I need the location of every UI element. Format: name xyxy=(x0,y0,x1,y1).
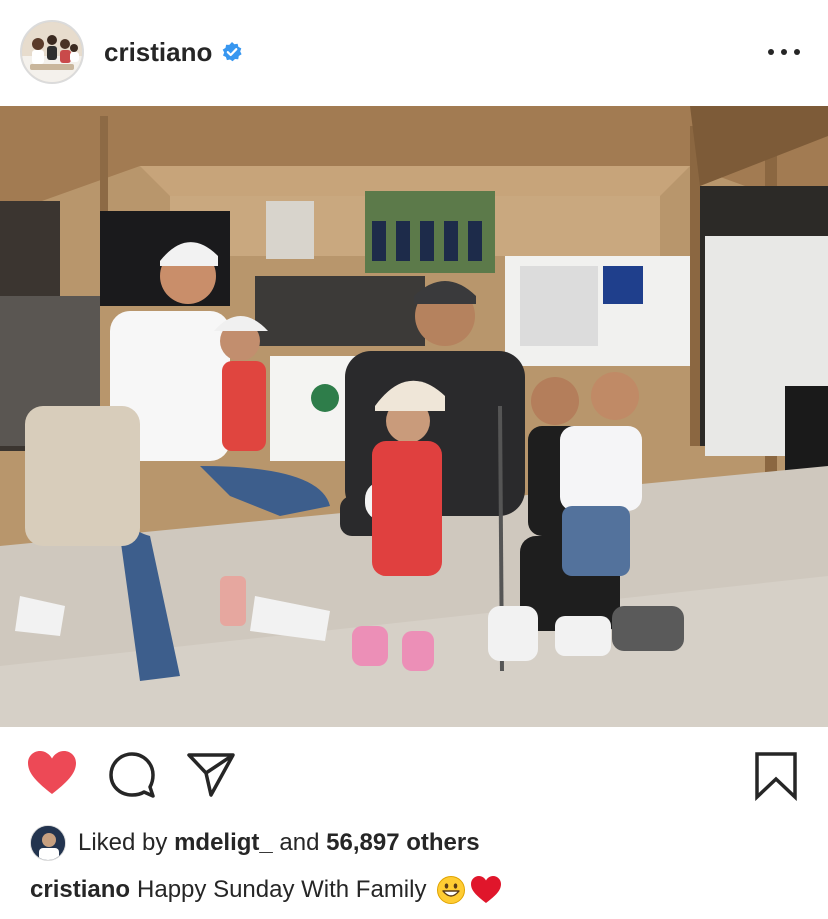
liker-avatar-image xyxy=(31,826,65,860)
header-username[interactable]: cristiano xyxy=(104,36,212,68)
save-button[interactable] xyxy=(754,751,798,801)
post-header: cristiano xyxy=(0,0,828,106)
bookmark-icon xyxy=(755,752,797,801)
post-photo[interactable] xyxy=(0,106,828,727)
post-actions xyxy=(0,727,828,822)
caption-text: Happy Sunday With Family xyxy=(137,876,427,903)
comment-bubble-icon xyxy=(109,752,155,798)
post-caption: cristiano Happy Sunday With Family xyxy=(30,873,502,907)
paper-plane-icon xyxy=(187,753,235,797)
more-dot xyxy=(794,49,800,55)
profile-avatar[interactable] xyxy=(20,20,84,84)
liker-username[interactable]: mdeligt_ xyxy=(174,829,273,856)
red-heart-emoji xyxy=(470,875,502,905)
like-button[interactable] xyxy=(26,749,78,797)
family-golf-photo xyxy=(0,106,828,727)
verified-badge-icon xyxy=(222,42,242,62)
likes-prefix: Liked by xyxy=(78,829,168,856)
share-button[interactable] xyxy=(186,751,236,799)
more-dot xyxy=(781,49,787,55)
avatar-image xyxy=(22,22,82,82)
liker-avatar[interactable] xyxy=(30,825,66,861)
grinning-face-emoji xyxy=(436,875,466,905)
more-dot xyxy=(768,49,774,55)
likes-summary: Liked by mdeligt_ and 56,897 others xyxy=(78,829,480,857)
likes-row: Liked by mdeligt_ and 56,897 others xyxy=(30,824,480,862)
caption-username[interactable]: cristiano xyxy=(30,873,130,907)
heart-icon xyxy=(28,751,76,794)
likes-count[interactable]: 56,897 others xyxy=(326,829,479,856)
comment-button[interactable] xyxy=(108,751,156,799)
more-options-button[interactable] xyxy=(764,38,804,66)
likes-conjunction: and xyxy=(279,829,320,856)
